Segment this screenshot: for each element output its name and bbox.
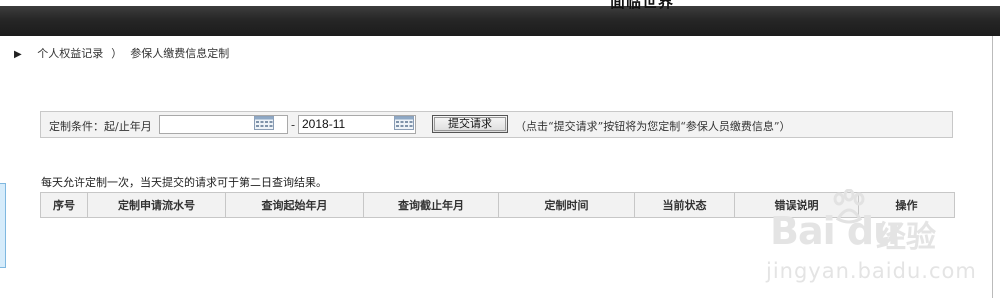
column-header-index: 序号 xyxy=(40,192,88,218)
calendar-icon[interactable] xyxy=(254,116,274,130)
column-header-actions: 操作 xyxy=(858,192,955,218)
column-header-custom-time: 定制时间 xyxy=(498,192,635,218)
breadcrumb-separator: ） xyxy=(111,47,123,60)
top-header-white-strip xyxy=(0,0,1000,6)
range-dash: - xyxy=(291,118,296,132)
side-collapse-tab[interactable] xyxy=(0,183,6,268)
calendar-icon[interactable] xyxy=(394,116,414,130)
breadcrumb-item-personal-records[interactable]: 个人权益记录 xyxy=(37,47,103,60)
filter-panel: 定制条件：起/止年月 - 2018-11 提交请求 （点击“提交请求”按钮将为您… xyxy=(40,111,953,138)
breadcrumb-arrow-icon: ▶ xyxy=(14,49,22,60)
daily-limit-notice: 每天允许定制一次，当天提交的请求可于第二日查询结果。 xyxy=(41,176,327,189)
column-header-serial-number: 定制申请流水号 xyxy=(87,192,226,218)
breadcrumb-item-payment-customization: 参保人缴费信息定制 xyxy=(130,47,230,60)
submit-hint: （点击“提交请求”按钮将为您定制“参保人员缴费信息”） xyxy=(515,120,791,133)
column-header-start-month: 查询起始年月 xyxy=(225,192,364,218)
table-header-row: 序号 定制申请流水号 查询起始年月 查询截止年月 定制时间 当前状态 错误说明 … xyxy=(40,192,955,218)
records-table: 序号 定制申请流水号 查询起始年月 查询截止年月 定制时间 当前状态 错误说明 … xyxy=(40,192,955,218)
filter-label: 定制条件：起/止年月 xyxy=(49,120,152,133)
header-clipped-title: 面临世界 xyxy=(610,0,675,11)
watermark-cn: 经验 xyxy=(876,220,936,255)
watermark-url: jingyan.baidu.com xyxy=(766,259,977,283)
content-right-border xyxy=(992,36,993,298)
column-header-end-month: 查询截止年月 xyxy=(363,192,499,218)
breadcrumb: ▶ 个人权益记录 ） 参保人缴费信息定制 xyxy=(14,46,229,62)
submit-request-button[interactable]: 提交请求 xyxy=(432,115,508,133)
column-header-error: 错误说明 xyxy=(734,192,859,218)
column-header-status: 当前状态 xyxy=(634,192,735,218)
